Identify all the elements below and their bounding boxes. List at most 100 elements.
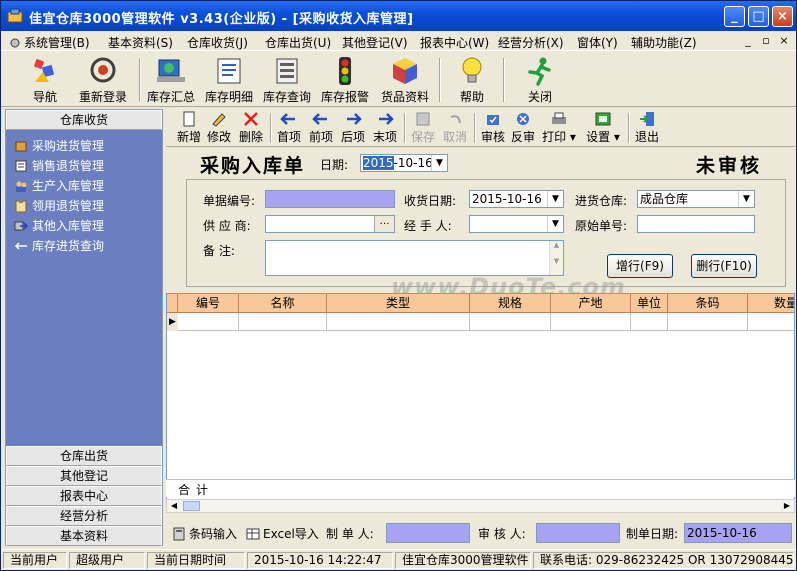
total-row: 合计 [166, 479, 795, 497]
status-phone: 联系电话: 029-86232425 OR 13072908445 [533, 552, 794, 569]
nav-section-analysis[interactable]: 经营分析 [6, 506, 162, 526]
nav-section-ship[interactable]: 仓库出货 [6, 446, 162, 466]
people-icon [16, 181, 27, 192]
print-button[interactable]: 打印 ▾ [540, 110, 578, 146]
app-icon [7, 8, 23, 23]
close-app-button[interactable]: 关闭 [515, 54, 565, 106]
column-header[interactable]: 规格 [470, 294, 551, 313]
form-title: 采购入库单 [200, 155, 306, 177]
orig-no-field[interactable] [637, 215, 755, 233]
mdi-minimize-button[interactable]: _ [740, 34, 756, 49]
make-date-field[interactable]: 2015-10-16 [684, 523, 792, 543]
calculator-icon [173, 527, 185, 541]
delete-row-button[interactable]: 删行(F10) [691, 254, 757, 278]
excel-import-button[interactable]: Excel导入 [246, 525, 319, 542]
nav-section-basic[interactable]: 基本资料 [6, 526, 162, 546]
next-button[interactable]: 后项 [340, 110, 366, 146]
chevron-down-icon[interactable]: ▼ [738, 191, 754, 207]
minimize-button[interactable]: _ [724, 6, 745, 27]
scroll-left-icon[interactable]: ◀ [167, 500, 181, 512]
pencil-icon [212, 113, 226, 127]
menu-reports[interactable]: 报表中心(W) [420, 34, 489, 51]
edit-button[interactable]: 修改 [206, 110, 232, 146]
menu-warehouse-ship[interactable]: 仓库出货(U) [265, 34, 331, 51]
column-header[interactable]: 数量 [748, 294, 794, 313]
chevron-down-icon[interactable]: ▼ [431, 155, 447, 171]
nav-item-requisition-return[interactable]: 领用退货管理 [6, 196, 162, 216]
prev-button[interactable]: 前项 [308, 110, 334, 146]
scroll-right-icon[interactable]: ▶ [780, 500, 794, 512]
inventory-detail-button[interactable]: 库存明细 [201, 54, 257, 106]
table-row[interactable]: ▶ [167, 313, 794, 331]
handler-select[interactable]: ▼ [469, 215, 564, 233]
mdi-close-button[interactable]: × [776, 34, 792, 49]
supplier-field[interactable]: … [265, 215, 395, 233]
horizontal-scrollbar[interactable]: ◀ ▶ [166, 499, 795, 513]
menu-warehouse-receive[interactable]: 仓库收货(J) [187, 34, 248, 51]
nav-item-sales-return[interactable]: 销售退货管理 [6, 156, 162, 176]
chevron-down-icon[interactable]: ▼ [547, 191, 563, 207]
nav-section-other[interactable]: 其他登记 [6, 466, 162, 486]
new-button[interactable]: 新增 [176, 110, 202, 146]
column-header[interactable]: 编号 [178, 294, 239, 313]
traffic-light-icon [339, 57, 351, 85]
menu-system[interactable]: 系统管理(B) [9, 34, 90, 51]
browse-button[interactable]: … [374, 216, 394, 232]
goods-data-button[interactable]: 货品资料 [377, 54, 433, 106]
nav-section-reports[interactable]: 报表中心 [6, 486, 162, 506]
toolbar-separator [474, 113, 476, 143]
delete-button[interactable]: 删除 [238, 110, 264, 146]
remark-scrollbar[interactable]: ▲ ▼ [549, 241, 563, 275]
nav-item-purchase-in[interactable]: 采购进货管理 [6, 136, 162, 156]
column-header[interactable]: 单位 [631, 294, 668, 313]
nav-section-header[interactable]: 仓库收货 [6, 110, 162, 130]
inventory-query-button[interactable]: 库存查询 [259, 54, 315, 106]
warehouse-select[interactable]: 成品仓库 ▼ [637, 190, 755, 208]
menu-analysis[interactable]: 经营分析(X) [498, 34, 564, 51]
scroll-thumb[interactable] [183, 501, 200, 511]
nav-item-other-in[interactable]: 其他入库管理 [6, 216, 162, 236]
menu-tools[interactable]: 辅助功能(Z) [631, 34, 697, 51]
barcode-input-button[interactable]: 条码输入 [172, 525, 237, 542]
nav-item-production-in[interactable]: 生产入库管理 [6, 176, 162, 196]
audit-button[interactable]: 审核 [480, 110, 506, 146]
menu-window[interactable]: 窗体(Y) [577, 34, 618, 51]
inventory-summary-button[interactable]: 库存汇总 [143, 54, 199, 106]
inventory-detail-icon [217, 58, 241, 84]
first-button[interactable]: 首项 [276, 110, 302, 146]
status-product: 佳宜仓库3000管理软件 [395, 552, 531, 569]
unaudit-button[interactable]: 反审 [510, 110, 536, 146]
inventory-alarm-button[interactable]: 库存报警 [317, 54, 373, 106]
menu-basic-data[interactable]: 基本资料(S) [108, 34, 173, 51]
receive-date-field[interactable]: 2015-10-16 ▼ [469, 190, 564, 208]
new-document-icon [183, 111, 195, 127]
exit-door-icon [640, 112, 654, 126]
auditor-field[interactable] [536, 523, 620, 543]
maker-field[interactable] [386, 523, 470, 543]
nav-button[interactable]: 导航 [21, 54, 69, 106]
remark-field[interactable]: ▲ ▼ [265, 240, 564, 276]
doc-no-field[interactable] [265, 190, 395, 208]
nav-item-stock-query[interactable]: 库存进货查询 [6, 236, 162, 256]
column-header[interactable]: 名称 [239, 294, 327, 313]
help-button[interactable]: 帮助 [447, 54, 497, 106]
column-header[interactable]: 产地 [551, 294, 631, 313]
arrow-right-icon [379, 113, 394, 125]
receive-date-label: 收货日期: [404, 194, 457, 208]
last-button[interactable]: 末项 [372, 110, 398, 146]
close-button[interactable]: × [772, 6, 793, 27]
column-header[interactable]: 条码 [668, 294, 748, 313]
mdi-restore-button[interactable]: ▫ [758, 34, 774, 49]
cancel-button[interactable]: 取消 [442, 110, 468, 146]
column-header[interactable]: 类型 [327, 294, 470, 313]
save-button[interactable]: 保存 [410, 110, 436, 146]
warehouse-label: 进货仓库: [575, 194, 628, 208]
exit-button[interactable]: 退出 [634, 110, 660, 146]
settings-button[interactable]: 设置 ▾ [584, 110, 622, 146]
relogin-button[interactable]: 重新登录 [73, 54, 133, 106]
menu-other-register[interactable]: 其他登记(V) [342, 34, 408, 51]
chevron-down-icon[interactable]: ▼ [547, 216, 563, 232]
title-bar[interactable]: 佳宜仓库3000管理软件 v3.43(企业版) - [采购收货入库管理] _ □… [1, 1, 796, 31]
date-picker[interactable]: 2015-10-16 ▼ [360, 154, 448, 172]
maximize-button[interactable]: □ [748, 6, 769, 27]
